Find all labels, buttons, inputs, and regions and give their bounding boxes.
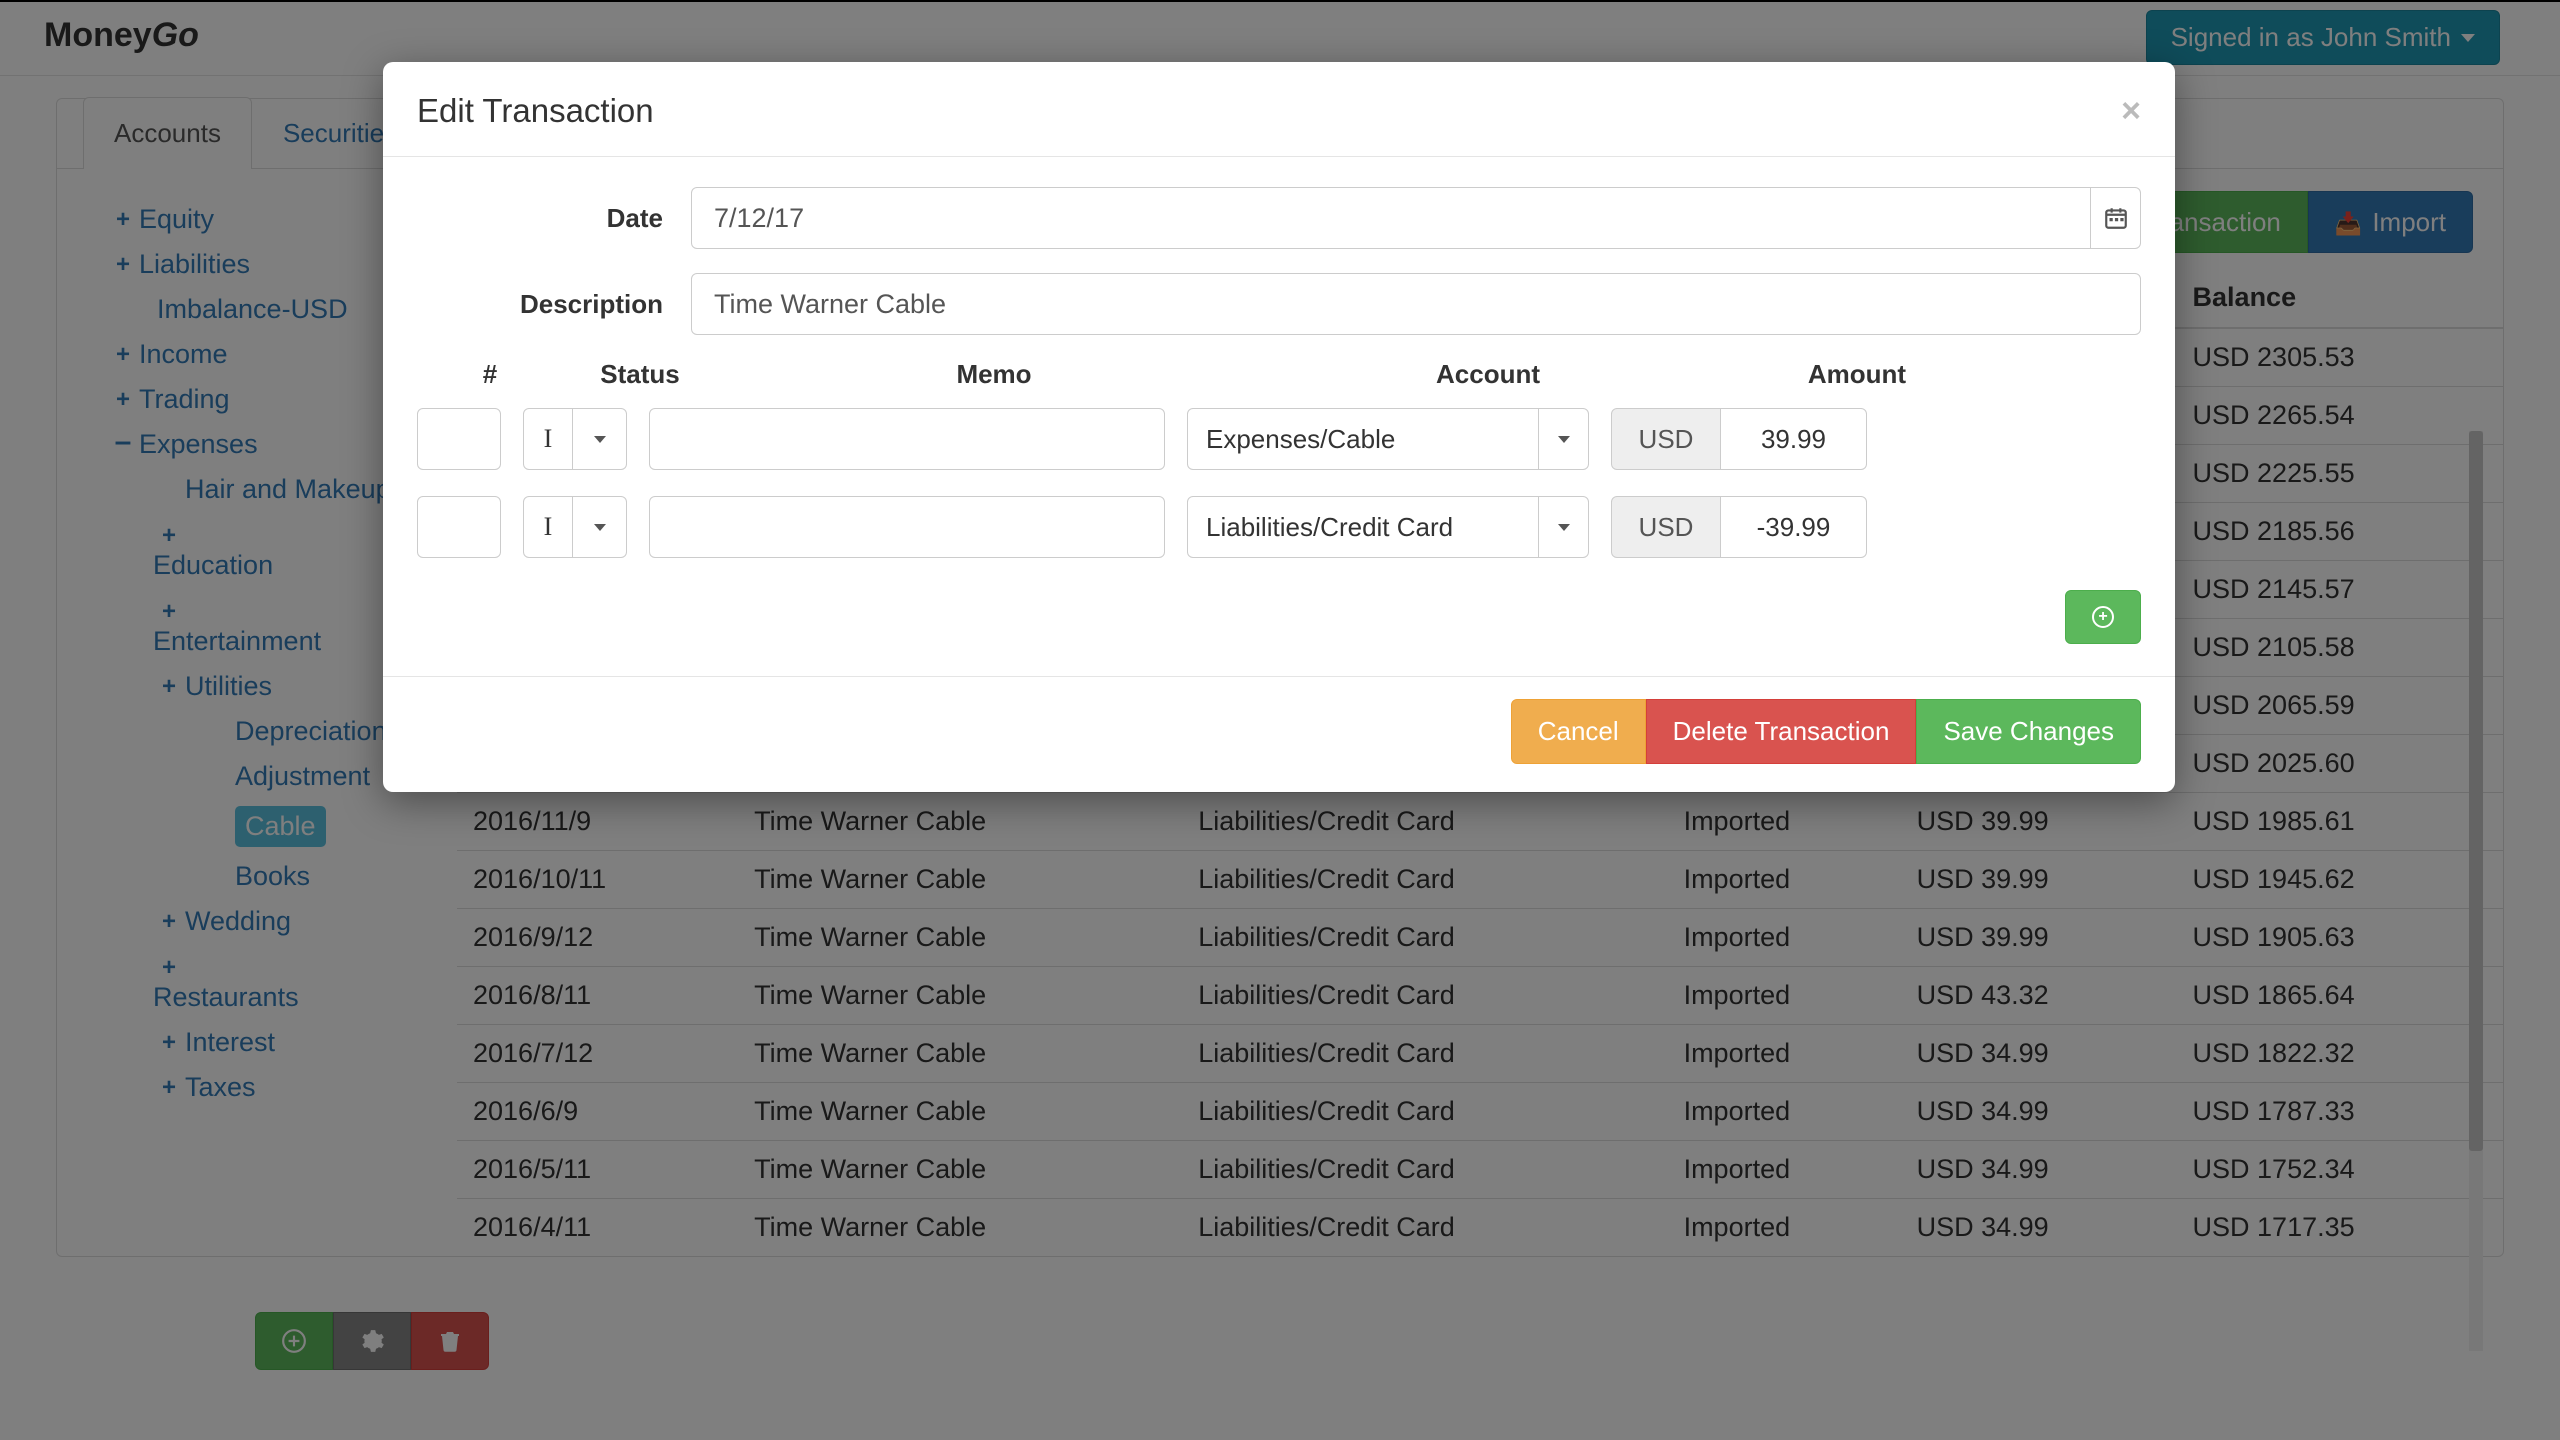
- split-account-select[interactable]: Liabilities/Credit Card: [1187, 496, 1589, 558]
- plus-circle-icon: +: [2092, 606, 2114, 628]
- split-header-status: Status: [563, 359, 717, 390]
- cancel-button[interactable]: Cancel: [1511, 699, 1646, 764]
- split-header-memo: Memo: [717, 359, 1271, 390]
- split-row: I Expenses/Cable USD39.99: [417, 408, 2141, 470]
- date-label: Date: [417, 203, 691, 234]
- modal-close-button[interactable]: ×: [2121, 94, 2141, 128]
- split-status-value: I: [523, 408, 573, 470]
- modal-title: Edit Transaction: [417, 92, 654, 130]
- date-picker-button[interactable]: [2091, 187, 2141, 249]
- split-memo-input[interactable]: [649, 496, 1165, 558]
- split-status-caret[interactable]: [573, 496, 627, 558]
- split-account-caret[interactable]: [1539, 496, 1589, 558]
- edit-transaction-modal: Edit Transaction × Date 7/12/17 Descript…: [383, 62, 2175, 792]
- split-header-account: Account: [1271, 359, 1705, 390]
- split-num-input[interactable]: [417, 408, 501, 470]
- split-account-select[interactable]: Expenses/Cable: [1187, 408, 1589, 470]
- split-account-caret[interactable]: [1539, 408, 1589, 470]
- split-status-select[interactable]: I: [523, 496, 627, 558]
- delete-transaction-button[interactable]: Delete Transaction: [1646, 699, 1917, 764]
- split-status-select[interactable]: I: [523, 408, 627, 470]
- add-split-button[interactable]: +: [2065, 590, 2141, 644]
- split-currency-label: USD: [1611, 496, 1721, 558]
- split-currency-label: USD: [1611, 408, 1721, 470]
- caret-down-icon: [1558, 436, 1570, 443]
- split-amount-value[interactable]: 39.99: [1721, 408, 1867, 470]
- split-memo-input[interactable]: [649, 408, 1165, 470]
- split-header-amount: Amount: [1705, 359, 2009, 390]
- description-label: Description: [417, 289, 691, 320]
- caret-down-icon: [594, 524, 606, 531]
- modal-footer: Cancel Delete Transaction Save Changes: [383, 676, 2175, 792]
- caret-down-icon: [1558, 524, 1570, 531]
- split-amount-input[interactable]: USD39.99: [1611, 408, 1867, 470]
- split-header: # Status Memo Account Amount: [417, 359, 2141, 390]
- date-input[interactable]: 7/12/17: [691, 187, 2091, 249]
- description-input[interactable]: Time Warner Cable: [691, 273, 2141, 335]
- caret-down-icon: [594, 436, 606, 443]
- save-changes-button[interactable]: Save Changes: [1916, 699, 2141, 764]
- split-amount-value[interactable]: -39.99: [1721, 496, 1867, 558]
- split-header-num: #: [417, 359, 563, 390]
- calendar-icon: [2103, 205, 2129, 231]
- split-account-value: Expenses/Cable: [1187, 408, 1539, 470]
- split-status-value: I: [523, 496, 573, 558]
- split-status-caret[interactable]: [573, 408, 627, 470]
- split-amount-input[interactable]: USD-39.99: [1611, 496, 1867, 558]
- split-num-input[interactable]: [417, 496, 501, 558]
- split-row: I Liabilities/Credit Card USD-39.99: [417, 496, 2141, 558]
- split-account-value: Liabilities/Credit Card: [1187, 496, 1539, 558]
